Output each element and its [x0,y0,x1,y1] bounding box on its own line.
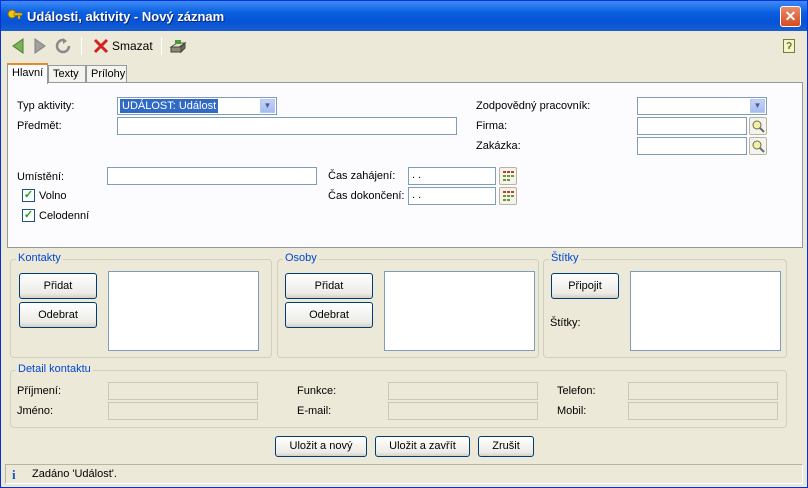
delete-icon [93,38,109,54]
email-label: E-mail: [297,405,332,417]
cancel-button[interactable]: Zrušit [478,436,534,457]
calendar-icon [503,191,514,201]
kontakty-remove-button[interactable]: Odebrat [19,302,97,328]
keys-icon [7,9,23,20]
firma-lookup-button[interactable] [749,117,767,135]
chevron-down-icon: ▼ [750,99,765,113]
osoby-add-button[interactable]: Přidat [285,273,373,299]
funkce-field [388,382,538,400]
jmeno-label: Jméno: [17,405,54,417]
firma-label: Firma: [476,120,508,132]
main-tab-panel: Typ aktivity: UDÁLOST: Událost ▼ Předmět… [7,82,803,248]
celodenni-label: Celodenní [39,210,90,222]
firma-input[interactable] [637,117,747,135]
window-title: Události, aktivity - Nový záznam [27,9,225,24]
refresh-icon [55,38,71,54]
detail-title: Detail kontaktu [16,363,93,375]
prijmeni-field [108,382,258,400]
telefon-field [628,382,778,400]
tab-hlavni[interactable]: Hlavní [7,63,48,84]
arrow-left-icon [12,38,24,54]
kontakty-group: Kontakty Přidat Odebrat [10,252,272,358]
stitky-attach-button[interactable]: Připojit [551,273,619,299]
osoby-title: Osoby [283,252,319,264]
stitky-group: Štítky Připojit Štítky: [543,252,787,358]
pracovnik-select[interactable]: ▼ [637,97,767,115]
printer-icon [169,40,187,54]
info-icon: i [12,467,16,482]
cas-dokonceni-label: Čas dokončení: [328,190,405,202]
stitky-list[interactable] [630,271,781,351]
typ-aktivity-value: UDÁLOST: Událost [120,99,219,113]
tab-prilohy[interactable]: Prílohy [86,65,127,83]
status-text: Zadáno 'Událost'. [32,468,117,480]
delete-label: Smazat [112,39,153,53]
refresh-button[interactable] [55,36,71,56]
status-bar: i Zadáno 'Událost'. [5,464,803,484]
celodenni-checkbox[interactable]: ✓ [22,209,35,222]
osoby-list[interactable] [384,271,535,351]
save-close-button[interactable]: Uložit a zavřít [375,436,470,457]
help-button[interactable] [783,36,795,56]
stitky-title: Štítky [549,252,581,264]
help-icon [783,39,795,53]
stitky-label: Štítky: [550,317,581,329]
zakazka-lookup-button[interactable] [749,137,767,155]
close-button[interactable]: ✕ [780,6,801,27]
osoby-remove-button[interactable]: Odebrat [285,302,373,328]
kontakty-add-button[interactable]: Přidat [19,273,97,299]
cas-dokonceni-calendar-button[interactable] [499,187,517,205]
print-button[interactable] [169,36,187,56]
predmet-label: Předmět: [17,120,62,132]
mobil-field [628,402,778,420]
jmeno-field [108,402,258,420]
cas-zahajeni-input[interactable]: . . [408,167,496,185]
save-new-button[interactable]: Uložit a nový [275,436,367,457]
umisteni-input[interactable] [107,167,317,185]
mobil-label: Mobil: [557,405,587,417]
detail-kontaktu-group: Detail kontaktu Příjmení: Jméno: Funkce:… [10,363,787,428]
funkce-label: Funkce: [297,385,337,397]
cas-zahajeni-label: Čas zahájení: [328,170,396,182]
close-icon: ✕ [784,8,797,24]
chevron-down-icon: ▼ [260,99,275,113]
osoby-group: Osoby Přidat Odebrat [277,252,539,358]
tab-texty[interactable]: Texty [48,65,86,83]
kontakty-title: Kontakty [16,252,63,264]
umisteni-label: Umístění: [17,171,65,183]
toolbar: Smazat [5,33,803,59]
email-field [388,402,538,420]
typ-aktivity-label: Typ aktivity: [17,100,75,112]
prijmeni-label: Příjmení: [17,385,62,397]
pracovnik-label: Zodpovědný pracovník: [476,100,591,112]
predmet-input[interactable] [117,117,457,135]
arrow-right-icon [34,38,46,54]
volno-checkbox[interactable]: ✓ [22,189,35,202]
typ-aktivity-select[interactable]: UDÁLOST: Událost ▼ [117,97,277,115]
delete-button[interactable]: Smazat [93,36,153,56]
forward-button[interactable] [33,36,47,56]
volno-label: Volno [39,190,67,202]
back-button[interactable] [11,36,25,56]
kontakty-list[interactable] [108,271,259,351]
zakazka-label: Zakázka: [476,140,521,152]
cas-dokonceni-input[interactable]: . . [408,187,496,205]
telefon-label: Telefon: [557,385,596,397]
zakazka-input[interactable] [637,137,747,155]
search-icon [752,140,765,153]
calendar-icon [503,171,514,181]
dialog-window: Události, aktivity - Nový záznam ✕ Smaza… [0,0,808,488]
cas-zahajeni-calendar-button[interactable] [499,167,517,185]
title-bar: Události, aktivity - Nový záznam ✕ [1,1,807,31]
search-icon [752,120,765,133]
